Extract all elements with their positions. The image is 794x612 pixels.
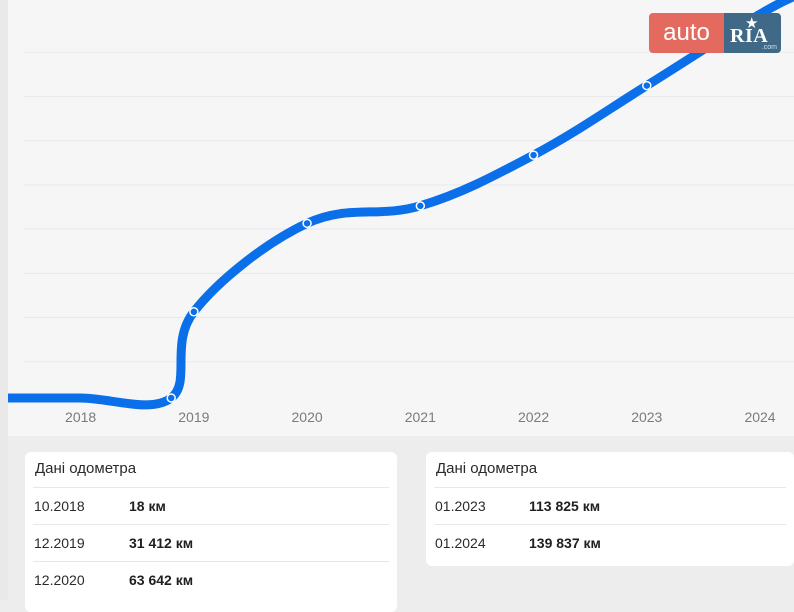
x-tick-label: 2021 [405, 409, 436, 425]
odometer-date: 12.2019 [34, 535, 85, 551]
left-edge [0, 0, 8, 600]
odometer-km: 18 км [129, 498, 166, 514]
odometer-km: 113 825 км [529, 498, 601, 514]
data-point[interactable] [415, 201, 426, 211]
odometer-card-right: Дані одометра 01.2023 113 825 км 01.2024… [426, 452, 794, 566]
logo-auto-part: auto [649, 13, 724, 53]
x-tick-label: 2023 [631, 409, 662, 425]
odometer-date: 10.2018 [34, 498, 85, 514]
chart-svg: 2018 2019 2020 2021 2022 2023 2024 [8, 0, 794, 425]
x-tick-label: 2020 [292, 409, 323, 425]
odometer-row: 10.2018 18 км [33, 487, 389, 524]
x-tick-label: 2022 [518, 409, 549, 425]
data-point[interactable] [189, 307, 199, 317]
odometer-chart: 2018 2019 2020 2021 2022 2023 2024 [8, 0, 794, 436]
odometer-card-title: Дані одометра [35, 460, 137, 477]
odometer-row: 12.2019 31 412 км [33, 524, 389, 561]
data-point[interactable] [528, 150, 539, 160]
odometer-km: 31 412 км [129, 535, 194, 551]
odometer-date: 12.2020 [34, 572, 85, 588]
x-tick-label: 2024 [744, 409, 775, 425]
odometer-km: 139 837 км [529, 535, 601, 551]
data-point[interactable] [302, 218, 312, 229]
logo-ria-part: ★ RIA .com [724, 13, 781, 53]
data-point[interactable] [642, 80, 652, 91]
odometer-card-title: Дані одометра [436, 460, 538, 477]
odometer-row: 01.2024 139 837 км [434, 524, 786, 561]
odometer-card-left: Дані одометра 10.2018 18 км 12.2019 31 4… [25, 452, 397, 612]
odometer-line [8, 0, 794, 410]
logo-ria-sub: .com [761, 44, 777, 51]
odometer-km: 63 642 км [129, 572, 194, 588]
x-tick-label: 2018 [65, 409, 96, 425]
x-tick-label: 2019 [178, 409, 209, 425]
odometer-row: 12.2020 63 642 км [33, 561, 389, 598]
odometer-date: 01.2024 [435, 535, 486, 551]
autoria-logo: auto ★ RIA .com [649, 13, 781, 53]
data-point[interactable] [166, 393, 176, 403]
odometer-date: 01.2023 [435, 498, 486, 514]
odometer-row: 01.2023 113 825 км [434, 487, 786, 524]
